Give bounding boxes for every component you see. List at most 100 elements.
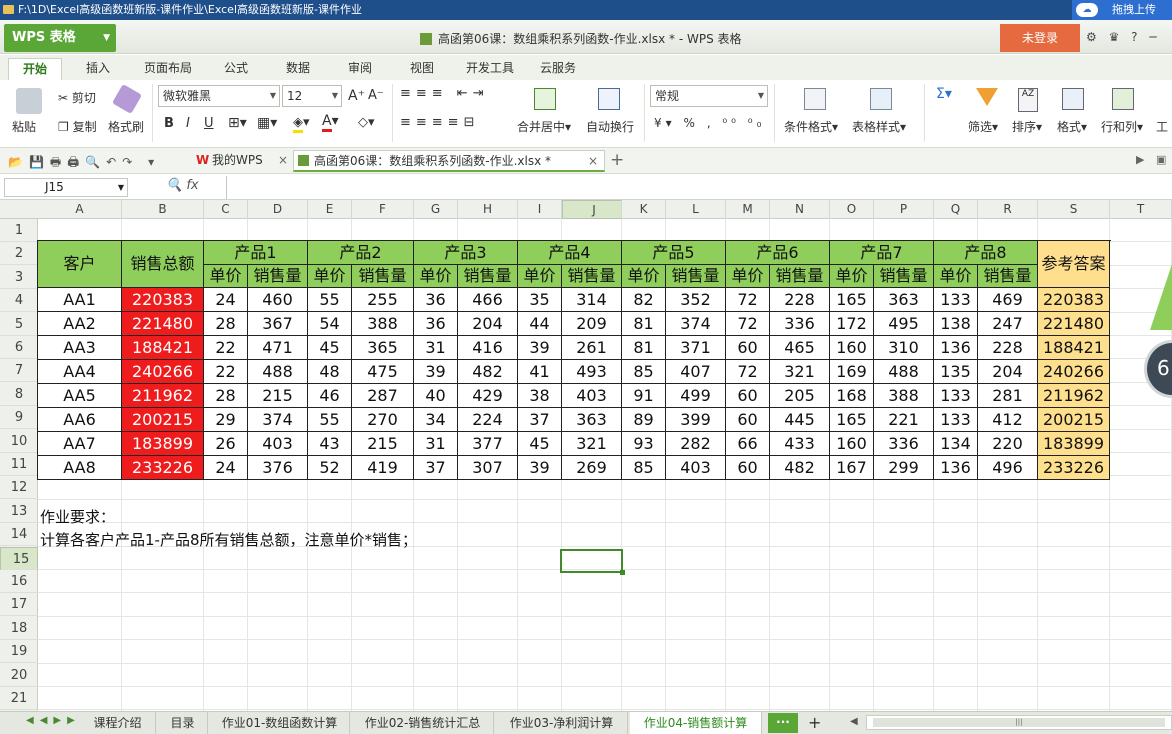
column-header[interactable]: C	[204, 200, 248, 219]
fx-icon[interactable]: fx	[186, 178, 198, 193]
row-header[interactable]: 15	[0, 546, 38, 570]
column-header[interactable]: G	[414, 200, 458, 219]
sheet-tab[interactable]: 作业01-数组函数计算	[210, 712, 350, 734]
filter-icon[interactable]	[976, 88, 998, 106]
login-button[interactable]: 未登录	[1000, 24, 1080, 52]
horizontal-align-buttons[interactable]: ≡≡≡≡⊟	[400, 115, 479, 130]
underline-button[interactable]: U	[204, 116, 214, 131]
column-header[interactable]: N	[770, 200, 830, 219]
cut-button[interactable]: ✂ 剪切	[58, 89, 96, 106]
name-box[interactable]: J15 ▼	[4, 178, 128, 197]
ribbon-tab[interactable]: 页面布局	[130, 58, 206, 80]
column-header[interactable]: H	[458, 200, 518, 219]
row-header[interactable]: 12	[0, 476, 38, 500]
table-style-button[interactable]: 表格样式▾	[852, 118, 906, 135]
column-header[interactable]: Q	[934, 200, 978, 219]
merge-cells-icon[interactable]	[534, 88, 556, 110]
row-header[interactable]: 18	[0, 617, 38, 640]
zoom-icon[interactable]: 🔍	[166, 178, 182, 193]
add-sheet-button[interactable]: +	[808, 713, 821, 732]
row-col-button[interactable]: 行和列▾	[1101, 118, 1143, 135]
sheet-tab[interactable]: 作业03-净利润计算	[496, 712, 628, 734]
row-header[interactable]: 21	[0, 687, 38, 710]
bold-button[interactable]: B	[164, 116, 174, 131]
ribbon-tab[interactable]: 公式	[210, 58, 262, 80]
doc-tab-mywps[interactable]: W 我的WPS ×	[192, 150, 292, 172]
sheet-tab[interactable]: 目录	[158, 712, 208, 734]
format-icon[interactable]	[1062, 88, 1084, 110]
sheet-tab[interactable]: 作业04-销售额计算	[630, 712, 762, 734]
formula-input[interactable]	[226, 176, 1172, 199]
fill-color-button[interactable]: ◈▾	[293, 115, 310, 133]
table-style-icon[interactable]	[870, 88, 892, 110]
paste-icon[interactable]	[16, 88, 42, 114]
column-header[interactable]: J	[562, 200, 622, 219]
row-header[interactable]: 3	[0, 266, 38, 289]
ribbon-tab[interactable]: 数据	[272, 58, 324, 80]
row-header[interactable]: 4	[0, 289, 38, 313]
close-icon[interactable]: ×	[278, 150, 288, 170]
horizontal-scrollbar[interactable]: |||	[866, 715, 1172, 730]
format-painter-button[interactable]: 格式刷	[108, 118, 144, 135]
copy-button[interactable]: ❐ 复制	[58, 118, 97, 135]
worksheet-button[interactable]: 工	[1156, 118, 1168, 135]
column-header[interactable]: F	[352, 200, 414, 219]
sheet-tab[interactable]: 课程介绍	[80, 712, 156, 734]
row-header[interactable]: 1	[0, 219, 38, 242]
conditional-format-icon[interactable]	[804, 88, 826, 110]
ribbon-tab[interactable]: 开发工具	[452, 58, 528, 80]
column-header[interactable]: L	[666, 200, 726, 219]
doc-tab-active[interactable]: 高函第06课：数组乘积系列函数-作业.xlsx * ×	[293, 150, 605, 172]
paste-button[interactable]: 粘贴	[12, 118, 36, 135]
window-controls[interactable]: ⚙ ♛ ? ─	[1086, 30, 1161, 44]
column-header[interactable]: A	[38, 200, 122, 219]
row-header[interactable]: 6	[0, 336, 38, 359]
column-header[interactable]: K	[622, 200, 666, 219]
row-col-icon[interactable]	[1112, 88, 1134, 110]
column-header[interactable]: I	[518, 200, 562, 219]
column-header[interactable]: D	[248, 200, 308, 219]
ribbon-tab[interactable]: 云服务	[526, 58, 590, 80]
ribbon-tab[interactable]: 视图	[396, 58, 448, 80]
row-header[interactable]: 5	[0, 313, 38, 336]
row-header[interactable]: 13	[0, 500, 38, 523]
row-header[interactable]: 14	[0, 523, 38, 547]
cell-style-button[interactable]: ▦▾	[257, 115, 277, 131]
vertical-align-buttons[interactable]: ≡≡≡ ⇤⇥	[400, 86, 489, 101]
row-header[interactable]: 16	[0, 570, 38, 593]
font-grow-button[interactable]: A⁺	[348, 88, 365, 104]
more-sheets-button[interactable]: ···	[768, 713, 798, 733]
autosum-button[interactable]: Σ▾	[936, 86, 952, 102]
tab-nav-icons[interactable]: ▶ ▣	[1136, 153, 1170, 166]
wrap-text-button[interactable]: 自动换行	[586, 118, 634, 135]
font-name-select[interactable]: 微软雅黑 ▼	[158, 85, 280, 107]
italic-button[interactable]: I	[186, 116, 190, 131]
clear-format-button[interactable]: ◇▾	[358, 115, 375, 130]
row-header[interactable]: 8	[0, 383, 38, 406]
scrollbar-thumb[interactable]: |||	[873, 718, 1165, 727]
row-header[interactable]: 17	[0, 593, 38, 617]
filter-button[interactable]: 筛选▾	[968, 118, 998, 135]
row-header[interactable]: 2	[0, 242, 38, 266]
number-format-select[interactable]: 常规 ▼	[650, 85, 768, 107]
cloud-upload-button[interactable]: ☁ 拖拽上传	[1072, 0, 1172, 20]
wrap-text-icon[interactable]	[598, 88, 620, 110]
column-header[interactable]: M	[726, 200, 770, 219]
conditional-format-button[interactable]: 条件格式▾	[784, 118, 838, 135]
function-icons[interactable]: 🔍 fx	[166, 178, 199, 193]
ribbon-tab[interactable]: 开始	[8, 58, 63, 80]
font-size-select[interactable]: 12 ▼	[282, 85, 342, 107]
format-button[interactable]: 格式▾	[1057, 118, 1087, 135]
border-button[interactable]: ⊞▾	[228, 115, 247, 131]
row-header[interactable]: 20	[0, 664, 38, 687]
row-header[interactable]: 7	[0, 359, 38, 383]
column-header[interactable]: T	[1110, 200, 1172, 219]
app-menu-button[interactable]: WPS 表格 ▼	[4, 24, 116, 52]
sheet-tab[interactable]: 作业02-销售统计汇总	[352, 712, 494, 734]
merge-center-button[interactable]: 合并居中▾	[517, 118, 571, 135]
ribbon-tab[interactable]: 审阅	[334, 58, 386, 80]
font-shrink-button[interactable]: A⁻	[368, 88, 384, 103]
scroll-left-icon[interactable]: ◀	[850, 716, 858, 727]
column-header[interactable]: B	[122, 200, 204, 219]
number-buttons[interactable]: ¥▾ % ‚ ⁰⁰ ⁰₀	[654, 116, 765, 130]
